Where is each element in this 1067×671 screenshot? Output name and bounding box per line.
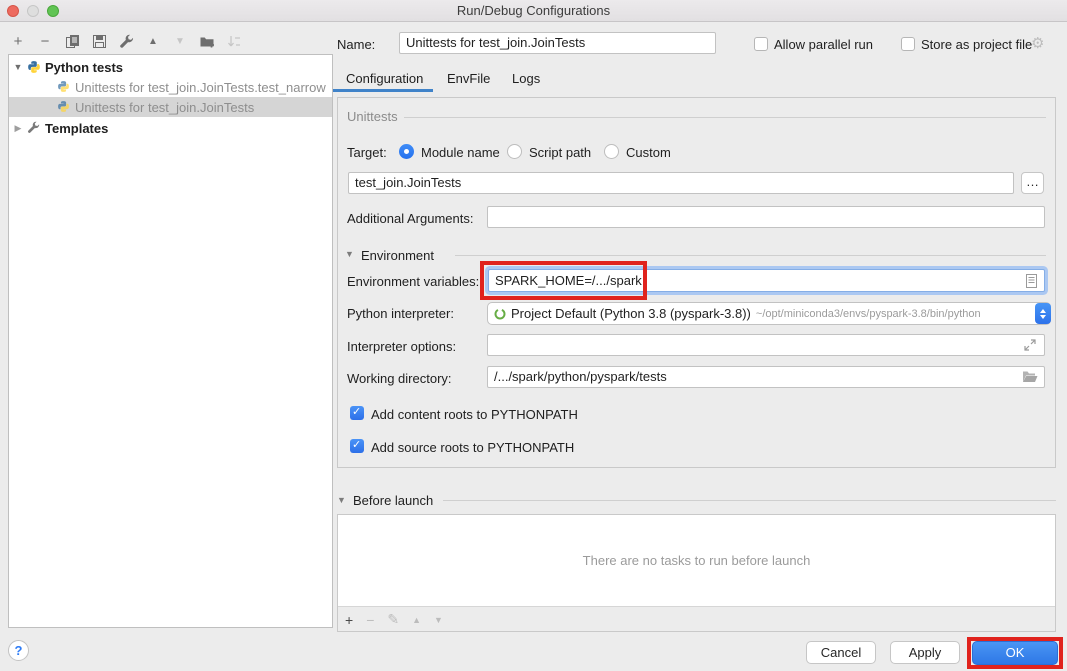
interpreter-dropdown-stepper-icon[interactable] [1035, 303, 1051, 324]
browse-module-button[interactable]: … [1021, 172, 1044, 194]
add-content-roots-label[interactable]: Add content roots to PYTHONPATH [371, 407, 578, 422]
unittests-group-title: Unittests [347, 109, 398, 124]
configurations-tree: ▼ Python tests Unittests for test_join.J… [8, 54, 333, 628]
add-task-icon[interactable]: + [345, 612, 353, 628]
remove-configuration-icon[interactable]: − [37, 33, 53, 49]
expand-field-icon[interactable] [1024, 339, 1036, 351]
move-up-icon[interactable]: ▲ [145, 33, 161, 49]
add-configuration-icon[interactable]: + [10, 33, 26, 49]
store-options-gear-icon[interactable]: ⚙ [1031, 34, 1044, 52]
section-separator [455, 255, 1046, 256]
additional-arguments-label: Additional Arguments: [347, 211, 473, 226]
tree-item-label: Templates [45, 121, 108, 136]
tab-logs[interactable]: Logs [512, 71, 540, 86]
move-task-up-icon[interactable]: ▲ [412, 615, 421, 625]
move-down-icon[interactable]: ▼ [172, 33, 188, 49]
python-icon [27, 60, 41, 74]
close-window-button[interactable] [7, 5, 19, 17]
annotation-ok-highlight [967, 637, 1063, 669]
tab-configuration[interactable]: Configuration [346, 71, 423, 86]
new-folder-icon[interactable] [199, 33, 215, 49]
before-launch-toolbar: + − ✎ ▲ ▼ [345, 611, 443, 628]
environment-collapse-icon[interactable]: ▼ [345, 249, 354, 259]
apply-button[interactable]: Apply [890, 641, 960, 664]
allow-parallel-run-checkbox[interactable] [754, 37, 768, 51]
target-script-path-radio[interactable] [507, 144, 522, 159]
module-name-input[interactable]: test_join.JoinTests [348, 172, 1014, 194]
expand-collapse-icon[interactable]: ▶ [9, 123, 27, 134]
group-separator [404, 117, 1046, 118]
target-module-name-radio[interactable] [399, 144, 414, 159]
before-launch-title[interactable]: Before launch [353, 493, 433, 508]
interpreter-path: ~/opt/miniconda3/envs/pyspark-3.8/bin/py… [756, 308, 981, 320]
target-label: Target: [347, 145, 387, 160]
section-separator [443, 500, 1056, 501]
expand-collapse-icon[interactable]: ▼ [9, 62, 27, 72]
target-script-path-label[interactable]: Script path [529, 145, 591, 160]
templates-wrench-icon [27, 121, 41, 135]
python-interpreter-label: Python interpreter: [347, 306, 454, 321]
window-title: Run/Debug Configurations [0, 0, 1067, 21]
project-default-interpreter-icon [494, 308, 506, 320]
no-tasks-text: There are no tasks to run before launch [583, 553, 811, 568]
tab-envfile[interactable]: EnvFile [447, 71, 490, 86]
add-source-roots-checkbox[interactable] [350, 439, 364, 453]
add-content-roots-checkbox[interactable] [350, 406, 364, 420]
tree-item-python-tests[interactable]: ▼ Python tests [9, 57, 332, 77]
name-input[interactable]: Unittests for test_join.JoinTests [399, 32, 716, 54]
titlebar: Run/Debug Configurations [0, 0, 1067, 22]
annotation-env-vars-highlight [480, 261, 647, 300]
before-launch-panel: There are no tasks to run before launch … [337, 514, 1056, 632]
remove-task-icon[interactable]: − [366, 612, 374, 628]
store-as-project-file-checkbox[interactable] [901, 37, 915, 51]
allow-parallel-run-label[interactable]: Allow parallel run [774, 37, 873, 52]
edit-templates-icon[interactable] [118, 33, 134, 49]
before-launch-task-list: There are no tasks to run before launch [338, 515, 1055, 607]
python-interpreter-select[interactable]: Project Default (Python 3.8 (pyspark-3.8… [487, 302, 1051, 325]
store-as-project-file-label[interactable]: Store as project file [921, 37, 1032, 52]
help-button[interactable]: ? [8, 640, 29, 661]
name-label: Name: [337, 37, 375, 52]
sort-configurations-icon[interactable] [226, 33, 242, 49]
copy-configuration-icon[interactable] [64, 33, 80, 49]
interpreter-value: Project Default (Python 3.8 (pyspark-3.8… [511, 306, 751, 321]
run-debug-configurations-dialog: Run/Debug Configurations + − ▲ ▼ ▼ Pyth [0, 0, 1067, 671]
browse-folder-icon[interactable] [1022, 370, 1038, 383]
save-configuration-icon[interactable] [91, 33, 107, 49]
active-tab-underline [333, 89, 433, 92]
interpreter-options-label: Interpreter options: [347, 339, 456, 354]
python-test-icon [57, 100, 71, 114]
target-custom-radio[interactable] [604, 144, 619, 159]
tree-item-label: Unittests for test_join.JoinTests [75, 100, 254, 115]
before-launch-collapse-icon[interactable]: ▼ [337, 495, 346, 505]
environment-section-title[interactable]: Environment [361, 248, 434, 263]
additional-arguments-input[interactable] [487, 206, 1045, 228]
minimize-window-button[interactable] [27, 5, 39, 17]
edit-task-icon[interactable]: ✎ [387, 611, 399, 628]
target-custom-label[interactable]: Custom [626, 145, 671, 160]
move-task-down-icon[interactable]: ▼ [434, 615, 443, 625]
tree-item-label: Python tests [45, 60, 123, 75]
configurations-toolbar: + − ▲ ▼ [10, 33, 242, 49]
working-directory-input[interactable]: /.../spark/python/pyspark/tests [487, 366, 1045, 388]
add-source-roots-label[interactable]: Add source roots to PYTHONPATH [371, 440, 574, 455]
edit-environment-variables-icon[interactable] [1026, 274, 1037, 288]
working-directory-label: Working directory: [347, 371, 452, 386]
cancel-button[interactable]: Cancel [806, 641, 876, 664]
tree-item-label: Unittests for test_join.JoinTests.test_n… [75, 80, 326, 95]
environment-variables-label: Environment variables: [347, 274, 479, 289]
interpreter-options-input[interactable] [487, 334, 1045, 356]
tree-item-jointests-selected[interactable]: Unittests for test_join.JoinTests [9, 97, 332, 117]
tree-item-test-narrow[interactable]: Unittests for test_join.JoinTests.test_n… [9, 77, 332, 97]
target-module-name-label[interactable]: Module name [421, 145, 500, 160]
zoom-window-button[interactable] [47, 5, 59, 17]
tree-item-templates[interactable]: ▶ Templates [9, 118, 332, 138]
python-test-icon [57, 80, 71, 94]
